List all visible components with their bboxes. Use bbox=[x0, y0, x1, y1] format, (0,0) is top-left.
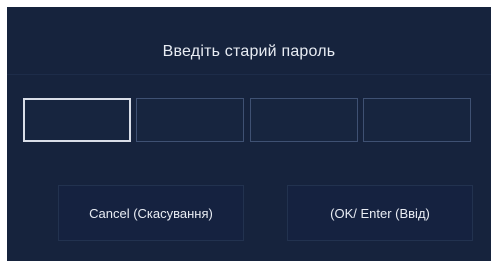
title-divider bbox=[7, 74, 491, 75]
pin-digit-3[interactable] bbox=[250, 98, 358, 142]
pin-digit-4[interactable] bbox=[363, 98, 471, 142]
ok-enter-button[interactable]: (OK/ Enter (Ввід) bbox=[287, 185, 473, 241]
pin-input-row bbox=[23, 98, 475, 142]
pin-digit-2[interactable] bbox=[136, 98, 244, 142]
cancel-button[interactable]: Cancel (Скасування) bbox=[58, 185, 244, 241]
pin-digit-1[interactable] bbox=[23, 98, 131, 142]
password-dialog: Введіть старий пароль Cancel (Скасування… bbox=[7, 7, 491, 261]
dialog-title: Введіть старий пароль bbox=[162, 43, 336, 60]
